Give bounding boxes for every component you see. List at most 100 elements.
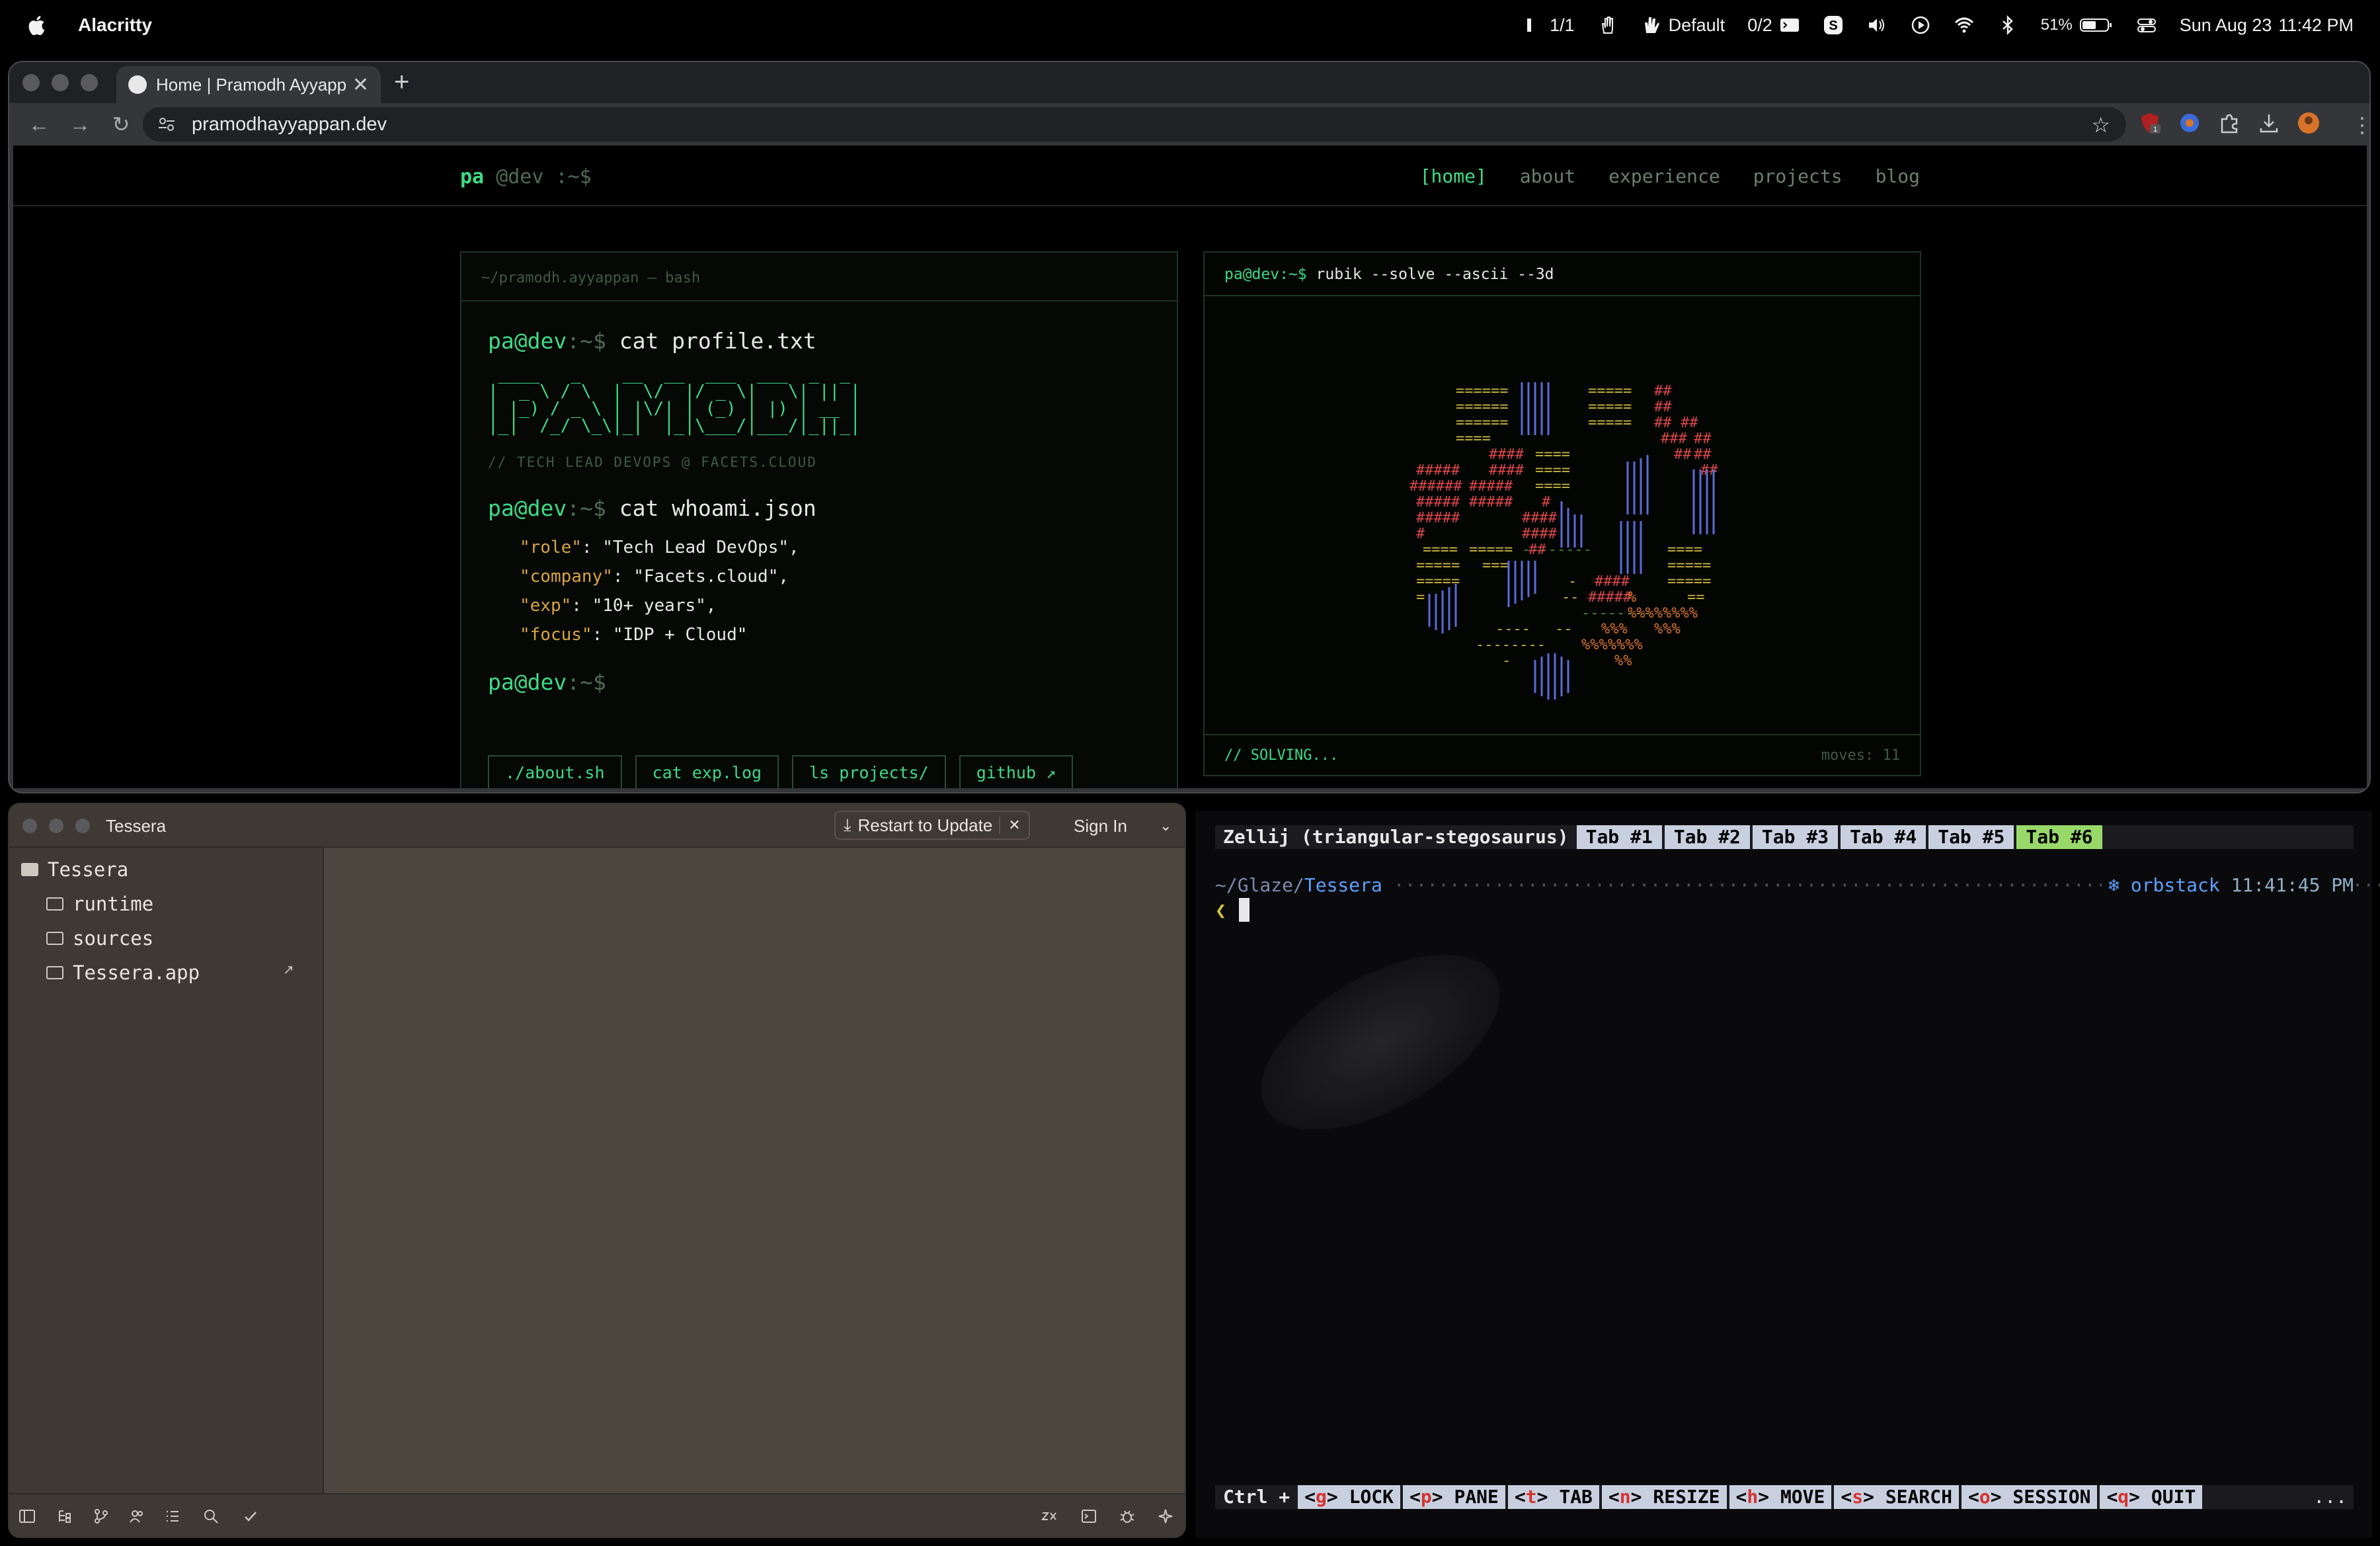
- sparkle-icon[interactable]: [1157, 1508, 1174, 1525]
- tab-title: Home | Pramodh Ayyappan: [156, 74, 346, 95]
- bluetooth-icon[interactable]: [1997, 15, 2018, 36]
- wifi-icon[interactable]: [1954, 15, 1975, 36]
- nav-link-about[interactable]: about: [1520, 165, 1575, 187]
- sign-in-button[interactable]: Sign In: [1074, 816, 1127, 836]
- minimize-window-button[interactable]: [52, 74, 69, 91]
- hint-pane[interactable]: <p> PANE: [1403, 1485, 1505, 1509]
- about-button[interactable]: ./about.sh: [488, 755, 622, 788]
- tessera-zoom-button[interactable]: [75, 819, 90, 833]
- browser-tab-active[interactable]: Home | Pramodh Ayyappan ✕: [116, 66, 381, 103]
- tree-item-sources[interactable]: sources: [46, 927, 153, 950]
- address-bar[interactable]: pramodhayyappan.dev ☆: [143, 107, 2126, 142]
- project-panel-icon[interactable]: [57, 1508, 74, 1525]
- zellij-tab-4[interactable]: Tab #4: [1841, 825, 1926, 849]
- svg-text:--: --: [1555, 621, 1573, 637]
- svg-text:###: ###: [1661, 430, 1687, 447]
- zellij-tab-2[interactable]: Tab #2: [1664, 825, 1750, 849]
- collaborators-icon[interactable]: [128, 1508, 145, 1525]
- json-row: "exp": "10+ years",: [520, 596, 717, 616]
- svg-text:####: ####: [1489, 446, 1525, 463]
- experience-button[interactable]: cat exp.log: [635, 755, 779, 788]
- svg-text:====: ====: [1535, 462, 1570, 479]
- ai-assist-icon[interactable]: [1041, 1508, 1058, 1525]
- tree-item-runtime[interactable]: runtime: [46, 893, 153, 915]
- extensions-puzzle-icon[interactable]: [2217, 111, 2241, 135]
- tree-item-tessera-app[interactable]: Tessera.app: [46, 961, 200, 984]
- svg-text:=====: =====: [1667, 557, 1711, 574]
- download-arrow-icon: ⤓: [844, 815, 852, 834]
- project-tree: Tessera runtime sources Tessera.app ↗: [9, 848, 324, 1496]
- profile-avatar-icon[interactable]: [2297, 111, 2320, 135]
- close-tab-icon[interactable]: ✕: [352, 73, 369, 97]
- hint-move[interactable]: <h> MOVE: [1729, 1485, 1832, 1509]
- active-app-name[interactable]: Alacritty: [78, 15, 152, 36]
- hint-lock[interactable]: <g> LOCK: [1298, 1485, 1401, 1509]
- ublock-extension-icon[interactable]: 1: [2138, 111, 2162, 135]
- tessera-minimize-button[interactable]: [49, 819, 63, 833]
- clock[interactable]: Sun Aug 23 11:42 PM: [2180, 15, 2354, 36]
- projects-button[interactable]: ls projects/: [792, 755, 946, 788]
- hint-tab[interactable]: <t> TAB: [1507, 1485, 1599, 1509]
- hint-session[interactable]: <o> SESSION: [1961, 1485, 2098, 1509]
- svg-text:====: ====: [1456, 430, 1491, 447]
- browser-menu-icon[interactable]: ⋮: [2351, 112, 2369, 138]
- keyboard-layout[interactable]: Default: [1641, 15, 1725, 36]
- zoom-window-button[interactable]: [81, 74, 98, 91]
- more-hints: ...: [2313, 1486, 2347, 1508]
- s-app-icon[interactable]: S: [1823, 15, 1844, 36]
- new-tab-icon[interactable]: +: [394, 67, 409, 97]
- control-center-icon[interactable]: [2136, 15, 2157, 36]
- workspace-indicator[interactable]: 1/1: [1522, 15, 1575, 36]
- play-icon[interactable]: [1910, 15, 1931, 36]
- prompt-path-dir: Tessera: [1304, 874, 1382, 896]
- apple-icon[interactable]: [26, 14, 46, 36]
- extension-globe-icon[interactable]: [2178, 111, 2202, 135]
- nav-link-experience[interactable]: experience: [1608, 165, 1720, 187]
- check-icon[interactable]: [242, 1508, 259, 1525]
- hint-quit[interactable]: <q> QUIT: [2100, 1485, 2203, 1509]
- folder-icon: [46, 966, 63, 979]
- workspace-name[interactable]: Tessera: [106, 816, 166, 836]
- download-icon[interactable]: [2257, 111, 2281, 135]
- sidebar-toggle-icon[interactable]: [19, 1508, 36, 1525]
- hint-resize[interactable]: <n> RESIZE: [1601, 1485, 1727, 1509]
- zellij-tab-6-active[interactable]: Tab #6: [2016, 825, 2102, 849]
- git-branch-icon[interactable]: [93, 1508, 110, 1525]
- back-icon[interactable]: ←: [28, 112, 50, 137]
- close-window-button[interactable]: [22, 74, 40, 91]
- svg-text:##: ##: [1654, 383, 1672, 399]
- zellij-tab-1[interactable]: Tab #1: [1576, 825, 1662, 849]
- cube-header: pa@dev:~$ rubik --solve --ascii --3d: [1205, 253, 1920, 296]
- tree-root-folder[interactable]: Tessera: [21, 858, 128, 881]
- battery-status[interactable]: 51%: [2041, 15, 2114, 36]
- github-button[interactable]: github ↗: [959, 755, 1074, 788]
- nav-link-projects[interactable]: projects: [1753, 165, 1843, 187]
- nav-link-home[interactable]: [home]: [1420, 165, 1487, 187]
- chevron-down-icon[interactable]: ⌄: [1160, 817, 1171, 834]
- reload-icon[interactable]: ↻: [110, 112, 132, 137]
- bookmark-star-icon[interactable]: ☆: [2091, 112, 2110, 138]
- site-favicon-icon: [128, 75, 147, 94]
- terminal-cursor[interactable]: [1239, 898, 1250, 922]
- search-icon[interactable]: [202, 1508, 219, 1525]
- hand-icon[interactable]: [1597, 15, 1618, 36]
- site-nav-links: [home] about experience projects blog: [1420, 165, 1920, 187]
- hint-search[interactable]: <s> SEARCH: [1834, 1485, 1959, 1509]
- zellij-tab-5[interactable]: Tab #5: [1928, 825, 2014, 849]
- site-info-icon[interactable]: [157, 115, 176, 134]
- debug-bug-icon[interactable]: [1119, 1508, 1136, 1525]
- dismiss-update-icon[interactable]: ✕: [999, 817, 1021, 834]
- svg-text:====: ====: [1667, 542, 1702, 558]
- tessera-close-button[interactable]: [22, 819, 37, 833]
- outline-list-icon[interactable]: [164, 1508, 181, 1525]
- terminal-panel-icon[interactable]: [1080, 1508, 1097, 1525]
- battery-icon: [2079, 19, 2112, 32]
- svg-text:-: -: [1568, 573, 1577, 590]
- nav-link-blog[interactable]: blog: [1876, 165, 1920, 187]
- zellij-tab-3[interactable]: Tab #3: [1752, 825, 1839, 849]
- restart-to-update-button[interactable]: ⤓ Restart to Update ✕: [834, 811, 1030, 840]
- volume-icon[interactable]: [1866, 15, 1887, 36]
- site-logo[interactable]: pa @dev :~$: [460, 165, 592, 188]
- forward-icon[interactable]: →: [69, 112, 91, 137]
- terminal-counter[interactable]: 0/2: [1747, 15, 1800, 36]
